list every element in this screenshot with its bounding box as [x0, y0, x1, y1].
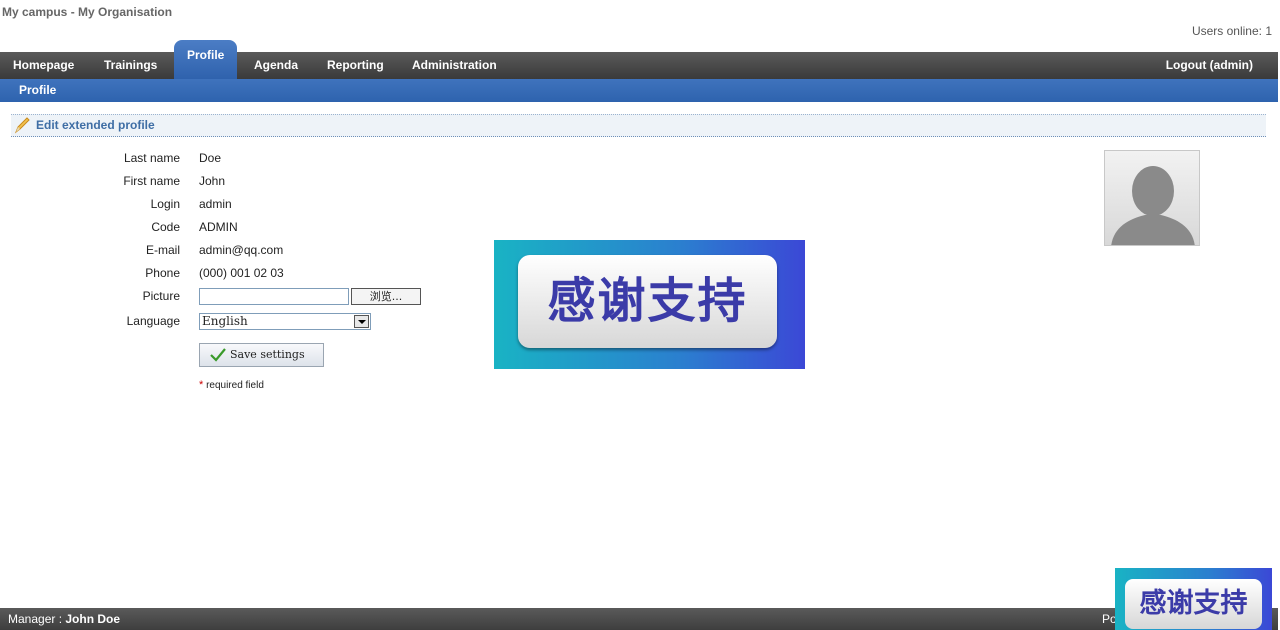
label-email: E-mail: [145, 243, 180, 257]
label-login: Login: [150, 197, 180, 211]
tab-agenda[interactable]: Agenda: [254, 52, 298, 79]
pencil-icon: [14, 117, 30, 134]
value-code: ADMIN: [199, 220, 238, 234]
checkmark-icon: [210, 348, 226, 362]
label-last-name: Last name: [123, 151, 180, 165]
subnav-item-profile[interactable]: Profile: [19, 79, 56, 102]
title-separator: -: [70, 5, 75, 19]
footer: Manager : John Doe Po: [0, 608, 1278, 630]
manager-name: John Doe: [65, 612, 121, 626]
label-phone: Phone: [145, 266, 180, 280]
users-online: Users online: 1: [1191, 24, 1272, 38]
dropdown-arrow-icon[interactable]: [354, 315, 369, 328]
footer-manager: Manager : John Doe: [8, 612, 120, 626]
organisation-name: My Organisation: [78, 5, 173, 19]
tab-administration[interactable]: Administration: [412, 52, 497, 79]
thanks-banner: 感谢支持: [494, 240, 805, 369]
required-star: *: [199, 379, 204, 391]
label-first-name: First name: [123, 174, 180, 188]
user-silhouette-icon: [1111, 166, 1195, 245]
tab-reporting[interactable]: Reporting: [327, 52, 384, 79]
required-field-note: * required field: [199, 379, 264, 391]
logout-link[interactable]: Logout (admin): [1166, 52, 1253, 79]
label-code: Code: [151, 220, 180, 234]
language-select[interactable]: English: [199, 313, 371, 330]
save-settings-label: Save settings: [230, 348, 305, 361]
site-title: My campus - My Organisation: [2, 5, 172, 19]
sub-nav: Profile: [0, 79, 1278, 102]
language-selected-value: English: [202, 314, 248, 328]
label-language: Language: [126, 314, 180, 328]
tab-profile[interactable]: Profile: [174, 40, 238, 79]
avatar: [1104, 150, 1200, 246]
value-phone: (000) 001 02 03: [199, 266, 284, 280]
thanks-banner-text: 感谢支持: [518, 255, 777, 348]
thanks-banner-small: 感谢支持: [1115, 568, 1272, 630]
value-login: admin: [199, 197, 232, 211]
section-header: Edit extended profile: [11, 114, 1266, 137]
section-title: Edit extended profile: [36, 118, 155, 132]
value-last-name: Doe: [199, 151, 222, 165]
manager-prefix: Manager :: [8, 612, 66, 626]
value-first-name: John: [199, 174, 226, 188]
tab-homepage[interactable]: Homepage: [13, 52, 74, 79]
required-text: required field: [206, 380, 264, 391]
campus-name: My campus: [2, 5, 68, 19]
save-settings-button[interactable]: Save settings: [199, 343, 324, 367]
browse-button[interactable]: 浏览...: [351, 288, 421, 305]
main-nav: Homepage Trainings Profile Agenda Report…: [0, 40, 1278, 79]
tab-trainings[interactable]: Trainings: [104, 52, 157, 79]
value-email: admin@qq.com: [199, 243, 284, 257]
thanks-banner-small-text: 感谢支持: [1125, 579, 1262, 629]
label-picture: Picture: [142, 289, 180, 303]
picture-file-input[interactable]: [199, 288, 349, 305]
